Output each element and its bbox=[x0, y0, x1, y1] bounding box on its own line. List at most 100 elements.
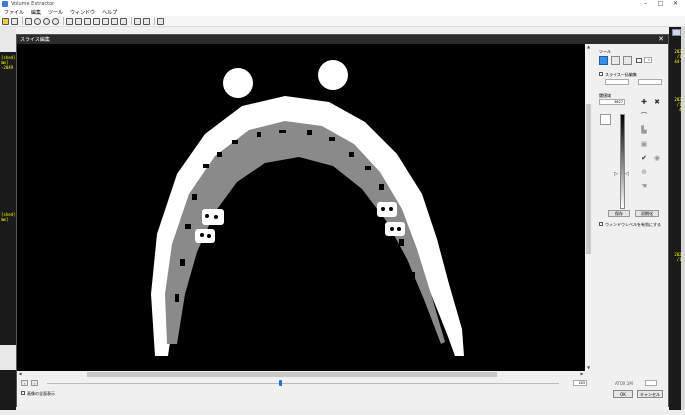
window-level-checkbox[interactable] bbox=[599, 222, 603, 226]
slice-slider-thumb[interactable] bbox=[279, 380, 282, 386]
window-controls: – □ ✕ bbox=[638, 0, 683, 8]
magnifier-icon[interactable]: ⊕ bbox=[640, 168, 648, 176]
view-horizontal-scrollbar[interactable]: ◀ ▶ bbox=[17, 371, 585, 378]
layout-icon[interactable] bbox=[120, 17, 127, 25]
slice-to-field[interactable] bbox=[638, 79, 662, 85]
minimize-button[interactable]: – bbox=[638, 0, 653, 8]
status-text: ATOX 2M bbox=[615, 381, 633, 386]
view-vertical-scrollbar[interactable]: ▲ ▼ bbox=[585, 44, 592, 371]
slice-link-label: スライス一括編集 bbox=[605, 72, 637, 77]
grid-tool-icon[interactable] bbox=[611, 56, 620, 65]
view-icon[interactable] bbox=[25, 17, 32, 25]
slice-number-field[interactable]: 183 bbox=[573, 380, 587, 386]
tool-label: ツール bbox=[599, 49, 611, 54]
menu-bar: ファイル 編集 ツール ウィンドウ ヘルプ bbox=[0, 8, 685, 16]
background-viewport-left: [shed] mm] -2049 [shed] mm] bbox=[0, 27, 16, 410]
curve-icon[interactable] bbox=[134, 17, 141, 25]
ok-button[interactable]: OK bbox=[613, 390, 633, 398]
save-button[interactable]: 保存 bbox=[608, 210, 630, 217]
slice-slider-track[interactable] bbox=[47, 383, 559, 384]
pen-tool-icon[interactable] bbox=[599, 56, 608, 65]
threshold-gradient-bar bbox=[620, 114, 625, 209]
globe-icon[interactable] bbox=[34, 17, 41, 25]
view-toggle-icon[interactable]: ◉ bbox=[653, 154, 661, 162]
slice-edit-dialog: スライス編集 ✕ ▲ ▼ ◀ ▶ ツール 0 スライス一括編集 閾値域 3627… bbox=[16, 34, 669, 407]
check-icon[interactable]: ✔ bbox=[640, 154, 648, 162]
menu-edit[interactable]: 編集 bbox=[31, 9, 41, 16]
show-all-checkbox[interactable] bbox=[21, 391, 25, 395]
color-swatch[interactable] bbox=[636, 58, 642, 63]
status-bar bbox=[0, 410, 685, 415]
delete-icon[interactable]: ✖ bbox=[653, 98, 661, 106]
threshold-marker-left-icon[interactable]: ▷ bbox=[614, 171, 618, 177]
scroll-right-arrow-icon[interactable]: ▶ bbox=[579, 371, 585, 378]
background-viewport-right: 2024 /19 44-6 2024 /19 4W 2024 /19 bbox=[669, 27, 685, 410]
app-window: Volume Extractor – □ ✕ ファイル 編集 ツール ウィンドウ… bbox=[0, 0, 685, 415]
save-icon[interactable] bbox=[11, 17, 18, 25]
vertical-scroll-thumb[interactable] bbox=[586, 104, 591, 254]
hand-icon[interactable]: ☚ bbox=[640, 182, 648, 190]
sphere-icon[interactable] bbox=[52, 17, 59, 25]
scroll-up-arrow-icon[interactable]: ▲ bbox=[585, 44, 592, 50]
tooth-root-holes bbox=[200, 207, 401, 238]
overlay-label: -2049 bbox=[1, 65, 14, 70]
copy-icon[interactable]: ▣ bbox=[640, 140, 648, 148]
slice-from-field[interactable] bbox=[605, 79, 629, 85]
select-icon[interactable] bbox=[93, 17, 100, 25]
menu-help[interactable]: ヘルプ bbox=[102, 9, 117, 16]
curve-tool-icon[interactable]: ⌒ bbox=[640, 112, 648, 120]
prev-slice-button[interactable]: ‹ bbox=[21, 380, 28, 386]
overlay-label: mm] bbox=[1, 217, 9, 222]
show-all-label: 画像の全面表示 bbox=[27, 391, 55, 396]
zoom-stepper[interactable] bbox=[645, 380, 657, 386]
settings-icon[interactable] bbox=[111, 17, 118, 25]
main-toolbar bbox=[0, 16, 685, 27]
tool-panel: ツール 0 スライス一括編集 閾値域 3627 ✚ ✖ ⌒ ▙ ▣ ✔ ◉ ⊕ … bbox=[595, 44, 668, 371]
threshold-field[interactable]: 3627 bbox=[599, 99, 625, 105]
toolbar-separator bbox=[63, 17, 64, 25]
eraser-tool-icon[interactable] bbox=[623, 56, 632, 65]
background-scrollbar[interactable] bbox=[681, 27, 685, 410]
toolbar-separator bbox=[22, 17, 23, 25]
app-titlebar: Volume Extractor – □ ✕ bbox=[0, 0, 685, 8]
tooth-sockets bbox=[195, 202, 405, 243]
horizontal-scroll-thumb[interactable] bbox=[87, 372, 497, 377]
menu-tools[interactable]: ツール bbox=[48, 9, 63, 16]
next-slice-button[interactable]: › bbox=[31, 380, 38, 386]
marker-sphere-left bbox=[223, 68, 253, 98]
scroll-left-arrow-icon[interactable]: ◀ bbox=[17, 371, 23, 378]
measure-icon[interactable] bbox=[84, 17, 91, 25]
pan-icon[interactable] bbox=[75, 17, 82, 25]
toolbar-separator bbox=[131, 17, 132, 25]
edit-icon[interactable] bbox=[102, 17, 109, 25]
threshold-preview-swatch bbox=[600, 114, 611, 125]
threshold-marker-right-icon[interactable]: ◁ bbox=[625, 171, 629, 177]
scroll-down-arrow-icon[interactable]: ▼ bbox=[585, 365, 592, 371]
window-level-label: ウィンドウレベルを有効にする bbox=[605, 222, 662, 227]
dialog-title: スライス編集 bbox=[20, 37, 50, 43]
menu-file[interactable]: ファイル bbox=[4, 9, 24, 16]
close-window-button[interactable]: ✕ bbox=[668, 0, 683, 8]
viewport-strip bbox=[0, 27, 16, 52]
menu-window[interactable]: ウィンドウ bbox=[70, 9, 95, 16]
slice-link-checkbox[interactable] bbox=[599, 72, 603, 76]
app-title: Volume Extractor bbox=[11, 1, 55, 7]
toolbar-separator bbox=[154, 17, 155, 25]
dialog-close-button[interactable]: ✕ bbox=[658, 35, 664, 44]
fill-icon[interactable]: ▙ bbox=[640, 126, 648, 134]
maximize-button[interactable]: □ bbox=[653, 0, 668, 8]
zoom-icon[interactable] bbox=[66, 17, 73, 25]
cancel-button[interactable]: キャンセル bbox=[637, 390, 663, 398]
marker-sphere-right bbox=[318, 60, 348, 90]
panel-toggle-button[interactable] bbox=[672, 29, 681, 36]
add-icon[interactable]: ✚ bbox=[640, 98, 648, 106]
slice-image-view[interactable] bbox=[17, 44, 585, 371]
window-icon[interactable] bbox=[143, 17, 150, 25]
rotate-icon[interactable] bbox=[43, 17, 50, 25]
dialog-footer: ‹ › 183 ATOX 2M 画像の全面表示 OK キャンセル bbox=[17, 378, 668, 407]
app-icon bbox=[2, 1, 8, 7]
initialize-button[interactable]: 初期化 bbox=[635, 210, 659, 217]
brush-size-stepper[interactable]: 0 bbox=[644, 57, 652, 63]
camera-icon[interactable] bbox=[157, 17, 164, 25]
open-folder-icon[interactable] bbox=[2, 17, 9, 25]
